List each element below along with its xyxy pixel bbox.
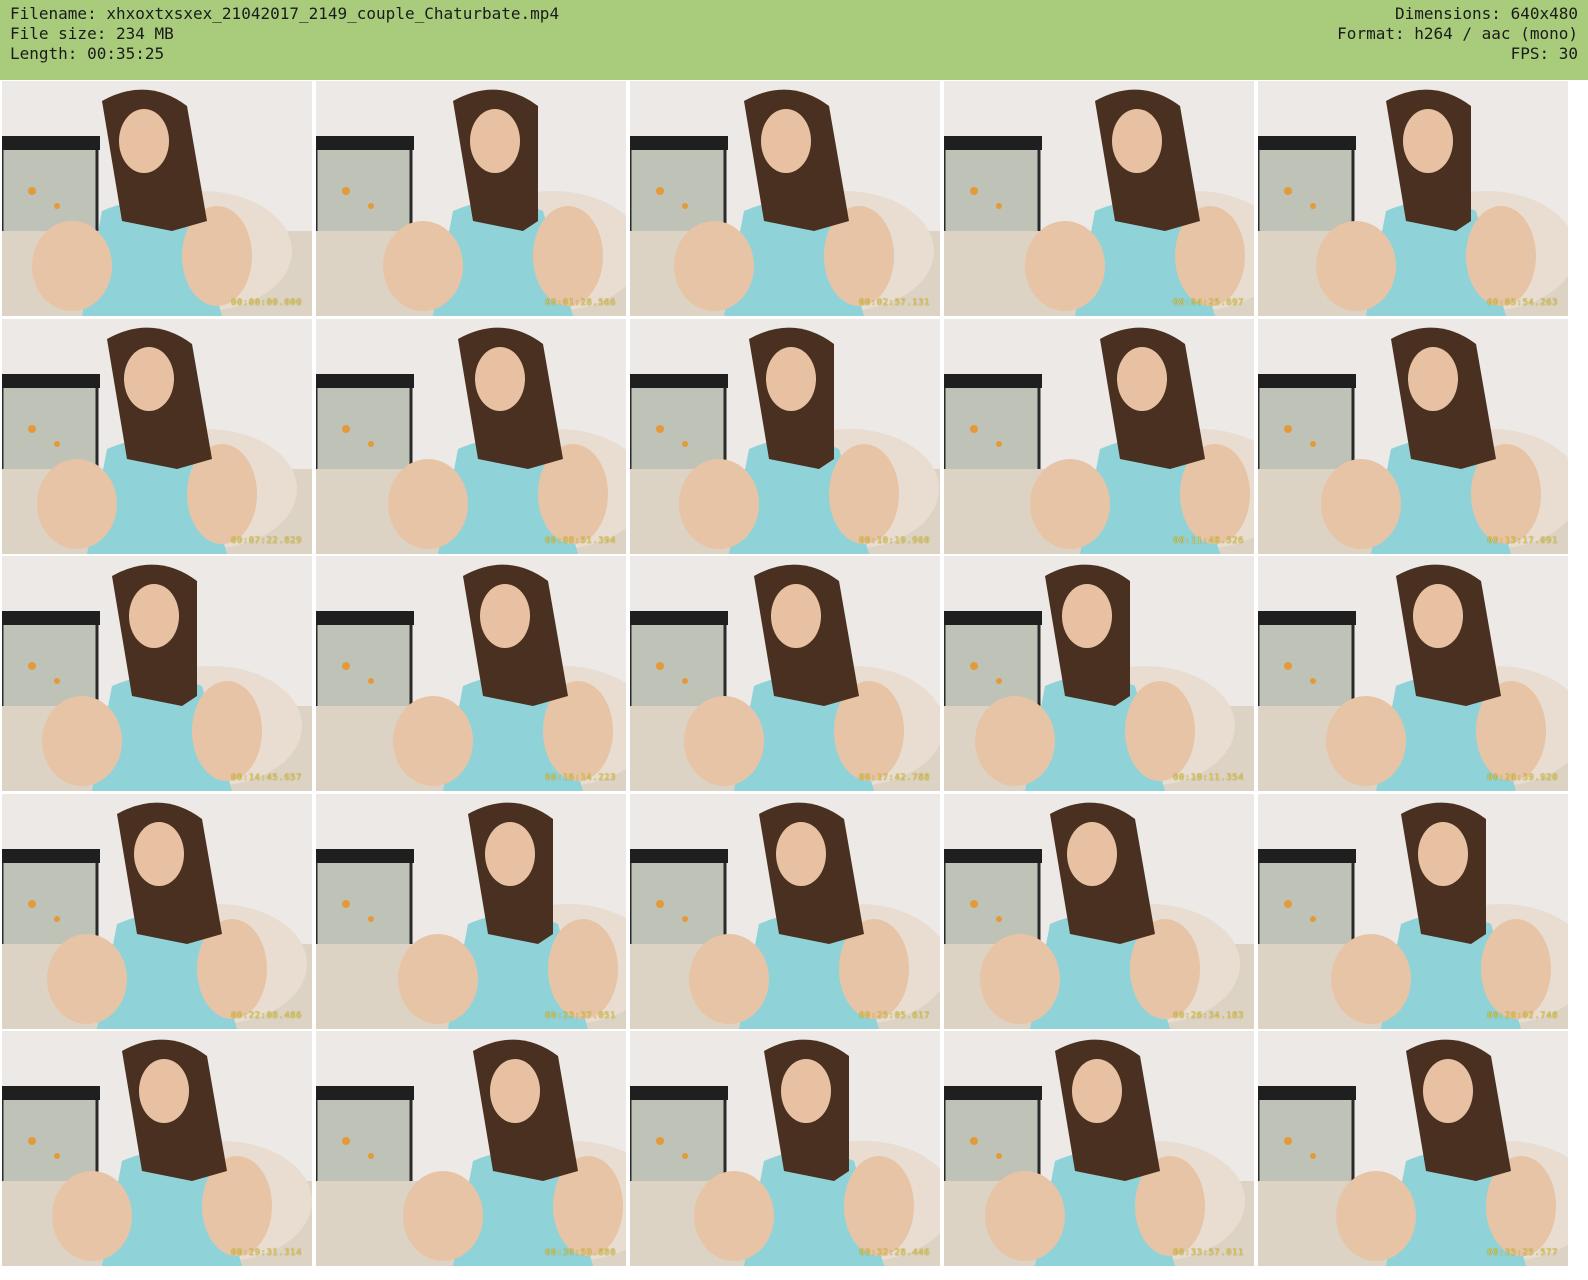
- thumbnail-image: [1258, 1031, 1568, 1266]
- video-thumbnail: 00:07:22.829: [2, 318, 312, 554]
- video-thumbnail: 00:01:28.566: [316, 81, 626, 316]
- thumbnail-image: [944, 556, 1254, 791]
- timestamp-label: 00:10:19.960: [858, 535, 930, 546]
- timestamp-label: 00:26:34.183: [1172, 1010, 1244, 1021]
- timestamp-label: 00:30:59.880: [544, 1248, 616, 1258]
- timestamp-label: 00:29:31.314: [230, 1248, 302, 1258]
- timestamp-label: 00:23:37.051: [544, 1010, 616, 1021]
- video-thumbnail: 00:19:11.354: [944, 556, 1254, 791]
- thumbnail-image: [1258, 556, 1568, 791]
- thumbnail-image: [630, 1031, 940, 1266]
- thumbnail-image: [316, 318, 626, 554]
- timestamp-label: 00:01:28.566: [544, 298, 616, 308]
- video-thumbnail: 00:14:45.657: [2, 556, 312, 791]
- thumbnail-image: [1258, 318, 1568, 554]
- thumbnail-image: [944, 318, 1254, 554]
- timestamp-label: 00:17:42.788: [858, 773, 930, 783]
- thumbnail-image: [944, 81, 1254, 316]
- timestamp-label: 00:20:39.920: [1486, 773, 1558, 783]
- thumbnail-grid: 00:00:00.000 00:01:28.566 00:02:57.131 00:0…: [0, 80, 1588, 1280]
- thumbnail-image: [2, 556, 312, 791]
- length-text: Length: 00:35:25: [10, 44, 165, 63]
- video-thumbnail: 00:32:28.446: [630, 1031, 940, 1266]
- thumbnail-image: [1258, 81, 1568, 316]
- timestamp-label: 00:00:00.000: [230, 298, 302, 308]
- timestamp-label: 00:14:45.657: [230, 773, 302, 783]
- video-thumbnail: 00:10:19.960: [630, 318, 940, 554]
- fps-text: FPS: 30: [1510, 44, 1578, 63]
- timestamp-label: 00:22:08.486: [230, 1010, 302, 1021]
- video-thumbnail: 00:08:51.394: [316, 318, 626, 554]
- timestamp-label: 00:04:25.697: [1172, 298, 1244, 308]
- thumbnail-image: [316, 1031, 626, 1266]
- video-thumbnail: 00:17:42.788: [630, 556, 940, 791]
- video-thumbnail: 00:00:00.000: [2, 81, 312, 316]
- timestamp-label: 00:16:14.223: [544, 773, 616, 783]
- filename-text: Filename: xhxoxtxsxex_21042017_2149_coup…: [10, 4, 560, 23]
- video-thumbnail: 00:30:59.880: [316, 1031, 626, 1266]
- timestamp-label: 00:19:11.354: [1172, 773, 1244, 783]
- thumbnail-image: [2, 1031, 312, 1266]
- video-thumbnail: 00:16:14.223: [316, 556, 626, 791]
- timestamp-label: 00:05:54.263: [1486, 298, 1558, 308]
- video-thumbnail: 00:13:17.091: [1258, 318, 1568, 554]
- timestamp-label: 00:32:28.446: [858, 1248, 930, 1258]
- info-header: Filename: xhxoxtxsxex_21042017_2149_coup…: [0, 0, 1588, 80]
- timestamp-label: 00:25:05.617: [858, 1010, 930, 1021]
- thumbnail-image: [316, 81, 626, 316]
- timestamp-label: 00:33:57.011: [1172, 1248, 1244, 1258]
- video-thumbnail: 00:05:54.263: [1258, 81, 1568, 316]
- timestamp-label: 00:07:22.829: [230, 535, 302, 546]
- timestamp-label: 00:08:51.394: [544, 535, 616, 546]
- thumbnail-image: [944, 793, 1254, 1029]
- video-thumbnail: 00:02:57.131: [630, 81, 940, 316]
- video-thumbnail: 00:11:48.526: [944, 318, 1254, 554]
- video-thumbnail: 00:29:31.314: [2, 1031, 312, 1266]
- filesize-text: File size: 234 MB: [10, 24, 174, 43]
- video-thumbnail: 00:35:25.577: [1258, 1031, 1568, 1266]
- video-thumbnail: 00:28:02.748: [1258, 793, 1568, 1029]
- thumbnail-image: [316, 793, 626, 1029]
- thumbnail-image: [630, 793, 940, 1029]
- thumbnail-image: [2, 81, 312, 316]
- video-thumbnail: 00:04:25.697: [944, 81, 1254, 316]
- timestamp-label: 00:02:57.131: [858, 298, 930, 308]
- timestamp-label: 00:35:25.577: [1486, 1248, 1558, 1258]
- video-thumbnail: 00:20:39.920: [1258, 556, 1568, 791]
- timestamp-label: 00:13:17.091: [1486, 535, 1558, 546]
- format-text: Format: h264 / aac (mono): [1337, 24, 1578, 43]
- file-info-left: Filename: xhxoxtxsxex_21042017_2149_coup…: [10, 4, 559, 64]
- video-thumbnail: 00:26:34.183: [944, 793, 1254, 1029]
- thumbnail-image: [944, 1031, 1254, 1266]
- thumbnail-image: [630, 318, 940, 554]
- thumbnail-image: [316, 556, 626, 791]
- video-thumbnail: 00:33:57.011: [944, 1031, 1254, 1266]
- video-thumbnail: 00:22:08.486: [2, 793, 312, 1029]
- video-thumbnail: 00:25:05.617: [630, 793, 940, 1029]
- timestamp-label: 00:11:48.526: [1172, 535, 1244, 546]
- thumbnail-image: [1258, 793, 1568, 1029]
- timestamp-label: 00:28:02.748: [1486, 1010, 1558, 1021]
- thumbnail-image: [630, 556, 940, 791]
- thumbnail-image: [2, 793, 312, 1029]
- file-info-right: Dimensions: 640x480 Format: h264 / aac (…: [1337, 4, 1578, 64]
- video-thumbnail: 00:23:37.051: [316, 793, 626, 1029]
- thumbnail-image: [2, 318, 312, 554]
- thumbnail-image: [630, 81, 940, 316]
- dimensions-text: Dimensions: 640x480: [1394, 4, 1578, 23]
